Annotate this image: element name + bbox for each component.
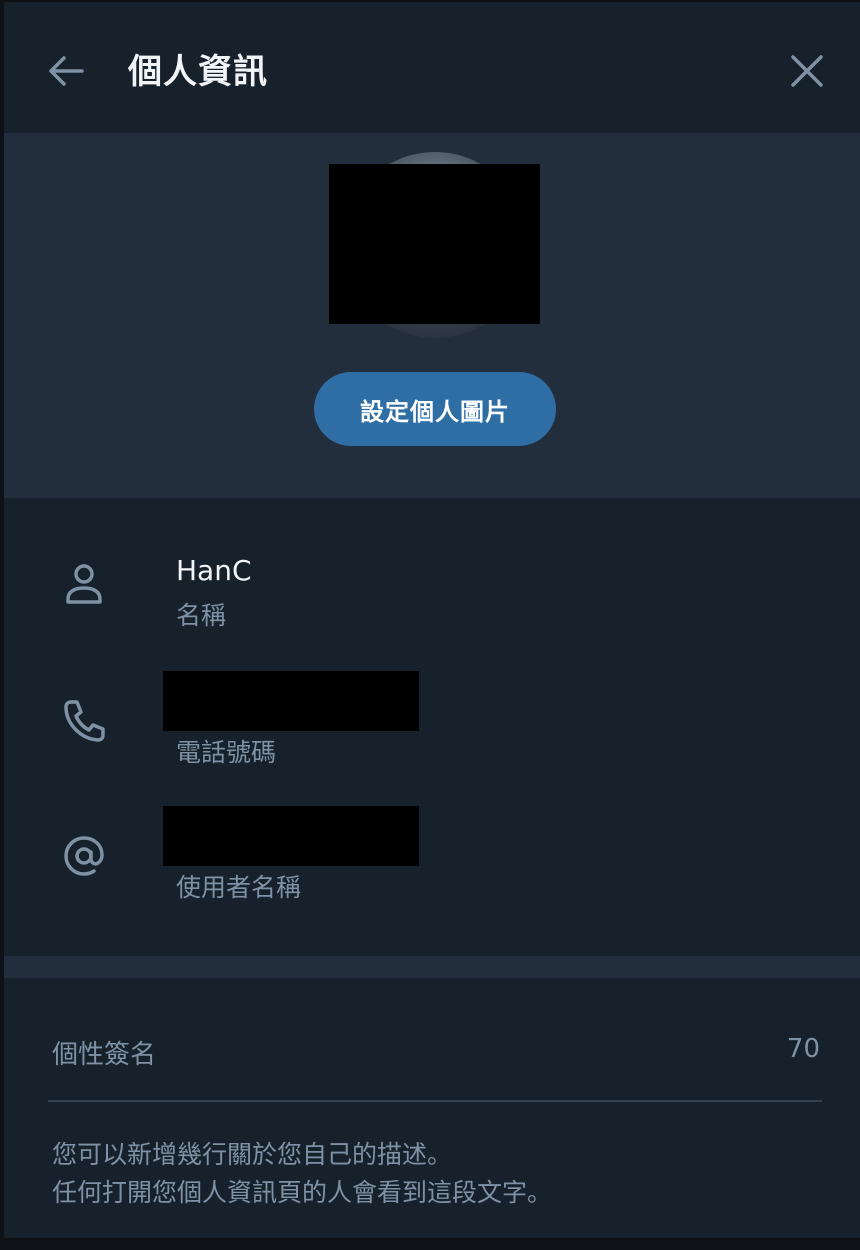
redacted-block <box>329 164 540 324</box>
back-button[interactable] <box>42 47 92 97</box>
info-row-name[interactable]: HanC 名稱 <box>4 528 860 648</box>
username-label: 使用者名稱 <box>176 873 302 902</box>
phone-value <box>163 671 419 731</box>
close-button[interactable] <box>782 46 832 96</box>
bio-help-text: 您可以新增幾行關於您自己的描述。 任何打開您個人資訊頁的人會看到這段文字。 <box>52 1136 552 1212</box>
info-list: HanC 名稱 電話號碼 使用者名稱 <box>4 498 860 956</box>
bio-help-line: 您可以新增幾行關於您自己的描述。 <box>52 1140 453 1169</box>
bio-placeholder: 個性簽名 <box>52 1040 157 1070</box>
header: 個人資訊 <box>4 2 860 133</box>
bio-input[interactable]: 個性簽名 70 <box>48 1008 822 1102</box>
user-icon <box>66 564 102 604</box>
bio-help-line: 任何打開您個人資訊頁的人會看到這段文字。 <box>52 1178 553 1207</box>
phone-icon <box>64 700 105 742</box>
phone-label: 電話號碼 <box>176 738 277 767</box>
name-value: HanC <box>176 554 252 587</box>
bio-section: 個性簽名 70 您可以新增幾行關於您自己的描述。 任何打開您個人資訊頁的人會看到… <box>4 978 860 1238</box>
bio-char-counter: 70 <box>786 1034 820 1064</box>
profile-panel: 個人資訊 設定個人圖片 HanC 名稱 電話號碼 使用者名稱 個性簽名 70 您… <box>4 2 860 1238</box>
name-label: 名稱 <box>176 601 227 630</box>
page-title: 個人資訊 <box>128 52 268 92</box>
arrow-left-icon <box>49 56 84 86</box>
at-icon <box>64 836 104 876</box>
set-profile-photo-button[interactable]: 設定個人圖片 <box>314 372 556 446</box>
info-row-username[interactable]: 使用者名稱 <box>4 798 860 918</box>
close-icon <box>791 55 823 87</box>
username-value <box>163 806 419 866</box>
info-row-phone[interactable]: 電話號碼 <box>4 663 860 783</box>
avatar-section: 設定個人圖片 <box>4 133 860 498</box>
section-divider <box>4 956 860 978</box>
